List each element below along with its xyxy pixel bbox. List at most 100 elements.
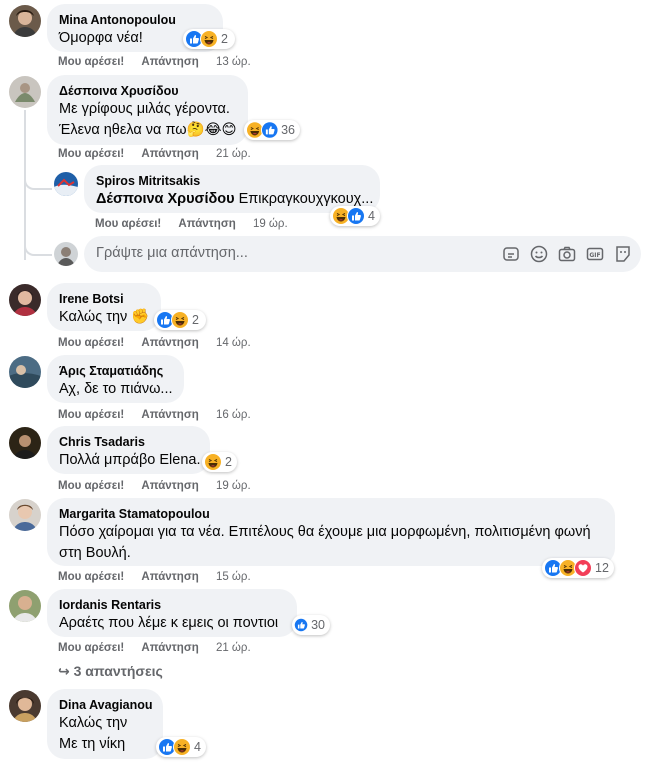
reply-text: Δέσποινα Χρυσίδου Επικραγκουχγκουχ... bbox=[96, 189, 373, 210]
like-link[interactable]: Μου αρέσει! bbox=[58, 409, 124, 421]
avatar[interactable] bbox=[9, 499, 41, 531]
reaction-summary[interactable]: 2 bbox=[154, 310, 206, 330]
comment-author[interactable]: Δέσποινα Χρυσίδου bbox=[59, 83, 236, 99]
reply-time[interactable]: 19 ώρ. bbox=[253, 218, 288, 230]
reply-link[interactable]: Απάντηση bbox=[141, 337, 198, 349]
thread-connector bbox=[24, 174, 52, 190]
comment-text: Με τη νίκη bbox=[59, 736, 126, 752]
comment-actions: Μου αρέσει! Απάντηση 13 ώρ. bbox=[58, 56, 251, 68]
sticker-icon[interactable] bbox=[613, 244, 633, 264]
comment-bubble: Δέσποινα Χρυσίδου Με γρίφους μιλάς γέρον… bbox=[47, 75, 248, 145]
reply-author[interactable]: Spiros Mitritsakis bbox=[96, 173, 368, 189]
comment-text-line: Έλενα ηθελα να πω bbox=[59, 122, 187, 138]
avatar[interactable] bbox=[9, 284, 41, 316]
comment-time[interactable]: 21 ώρ. bbox=[216, 148, 251, 160]
comment-bubble: Chris Tsadaris Πολλά μπράβο Elena. bbox=[47, 426, 210, 474]
comment-author[interactable]: Dina Avagianou bbox=[59, 697, 153, 713]
mention-link[interactable]: Δέσποινα Χρυσίδου bbox=[96, 191, 235, 207]
haha-reaction-icon bbox=[173, 738, 191, 756]
reaction-summary[interactable]: 12 bbox=[542, 558, 614, 578]
reaction-count: 2 bbox=[225, 455, 232, 469]
comment-time[interactable]: 16 ώρ. bbox=[216, 409, 251, 421]
reply-link[interactable]: Απάντηση bbox=[178, 218, 235, 230]
reply-actions: Μου αρέσει! Απάντηση 19 ώρ. bbox=[95, 218, 288, 230]
reply-text-body: Επικραγκουχγκουχ... bbox=[238, 191, 374, 207]
comment-author[interactable]: Margarita Stamatopoulou bbox=[59, 506, 603, 522]
comment-actions: Μου αρέσει! Απάντηση 19 ώρ. bbox=[58, 480, 251, 492]
comment-author[interactable]: Άρις Σταματιάδης bbox=[59, 363, 172, 379]
like-reaction-icon bbox=[260, 121, 279, 139]
haha-reaction-icon bbox=[204, 453, 222, 471]
like-link[interactable]: Μου αρέσει! bbox=[58, 480, 124, 492]
thread-connector bbox=[24, 240, 52, 256]
avatar[interactable] bbox=[9, 427, 41, 459]
avatar[interactable] bbox=[9, 690, 41, 722]
comment-time[interactable]: 13 ώρ. bbox=[216, 56, 251, 68]
love-reaction-icon bbox=[574, 559, 592, 577]
gif-icon[interactable]: GIF bbox=[585, 244, 605, 264]
comment-time[interactable]: 15 ώρ. bbox=[216, 571, 251, 583]
current-user-avatar bbox=[54, 242, 78, 266]
like-reaction-icon bbox=[294, 617, 309, 633]
comment-author[interactable]: Iordanis Rentaris bbox=[59, 597, 285, 613]
comment-actions: Μου αρέσει! Απάντηση 14 ώρ. bbox=[58, 337, 251, 349]
camera-icon[interactable] bbox=[557, 244, 577, 264]
emoji-icon[interactable] bbox=[529, 244, 549, 264]
reply-link[interactable]: Απάντηση bbox=[141, 480, 198, 492]
reaction-summary[interactable]: 36 bbox=[244, 120, 300, 140]
comment-bubble: Άρις Σταματιάδης Αχ, δε το πιάνω... bbox=[47, 355, 184, 403]
reply-link[interactable]: Απάντηση bbox=[141, 148, 198, 160]
like-link[interactable]: Μου αρέσει! bbox=[58, 571, 124, 583]
reaction-summary[interactable]: 4 bbox=[330, 206, 380, 226]
reaction-summary[interactable]: 2 bbox=[202, 452, 237, 472]
haha-reaction-icon bbox=[200, 30, 218, 48]
reaction-count: 12 bbox=[595, 561, 609, 575]
comment-actions: Μου αρέσει! Απάντηση 16 ώρ. bbox=[58, 409, 251, 421]
reply-link[interactable]: Απάντηση bbox=[141, 642, 198, 654]
comment-bubble: Irene Botsi Καλώς την ✊ bbox=[47, 283, 161, 331]
comment-time[interactable]: 21 ώρ. bbox=[216, 642, 251, 654]
comment-bubble: Dina Avagianou Καλώς την Με τη νίκη bbox=[47, 689, 163, 759]
view-replies-link[interactable]: ↪ 3 απαντήσεις bbox=[58, 663, 163, 680]
view-replies-label: 3 απαντήσεις bbox=[73, 663, 163, 679]
avatar[interactable] bbox=[9, 356, 41, 388]
like-link[interactable]: Μου αρέσει! bbox=[58, 56, 124, 68]
avatar[interactable] bbox=[9, 76, 41, 108]
avatar[interactable] bbox=[9, 5, 41, 37]
like-link[interactable]: Μου αρέσει! bbox=[58, 337, 124, 349]
like-link[interactable]: Μου αρέσει! bbox=[95, 218, 161, 230]
comment-time[interactable]: 14 ώρ. bbox=[216, 337, 251, 349]
avatar[interactable] bbox=[54, 172, 78, 196]
reaction-count: 36 bbox=[281, 123, 295, 137]
comment-text: Καλώς την bbox=[59, 715, 128, 731]
comment-author[interactable]: Chris Tsadaris bbox=[59, 434, 198, 450]
reply-link[interactable]: Απάντηση bbox=[141, 409, 198, 421]
reaction-count: 30 bbox=[311, 618, 325, 632]
avatar[interactable] bbox=[9, 590, 41, 622]
comment-actions: Μου αρέσει! Απάντηση 15 ώρ. bbox=[58, 571, 251, 583]
reaction-count: 4 bbox=[194, 740, 201, 754]
reaction-count: 4 bbox=[368, 209, 375, 223]
avatar-sticker-icon[interactable] bbox=[501, 244, 521, 264]
reply-arrow-icon: ↪ bbox=[58, 663, 70, 679]
emoji-text: ✊ bbox=[131, 309, 150, 325]
reaction-count: 2 bbox=[192, 313, 199, 327]
comment-text: Καλώς την ✊ bbox=[59, 307, 149, 328]
comment-author[interactable]: Irene Botsi bbox=[59, 291, 149, 307]
reaction-summary[interactable]: 30 bbox=[292, 615, 330, 635]
like-link[interactable]: Μου αρέσει! bbox=[58, 148, 124, 160]
reaction-summary[interactable]: 2 bbox=[183, 29, 235, 49]
reply-link[interactable]: Απάντηση bbox=[141, 571, 198, 583]
comment-text: Αχ, δε το πιάνω... bbox=[59, 381, 173, 397]
reaction-summary[interactable]: 4 bbox=[156, 737, 206, 757]
comment-author[interactable]: Mina Antonopoulou bbox=[59, 12, 211, 28]
reply-input-tools: GIF bbox=[501, 244, 633, 264]
comment-time[interactable]: 19 ώρ. bbox=[216, 480, 251, 492]
comment-actions: Μου αρέσει! Απάντηση 21 ώρ. bbox=[58, 642, 251, 654]
reply-input[interactable]: Γράψτε μια απάντηση... GIF bbox=[84, 236, 641, 272]
reply-input-placeholder: Γράψτε μια απάντηση... bbox=[96, 245, 248, 261]
reaction-count: 2 bbox=[221, 32, 228, 46]
like-link[interactable]: Μου αρέσει! bbox=[58, 642, 124, 654]
reply-link[interactable]: Απάντηση bbox=[141, 56, 198, 68]
comment-text: Με γρίφους μιλάς γέροντα. bbox=[59, 101, 230, 117]
